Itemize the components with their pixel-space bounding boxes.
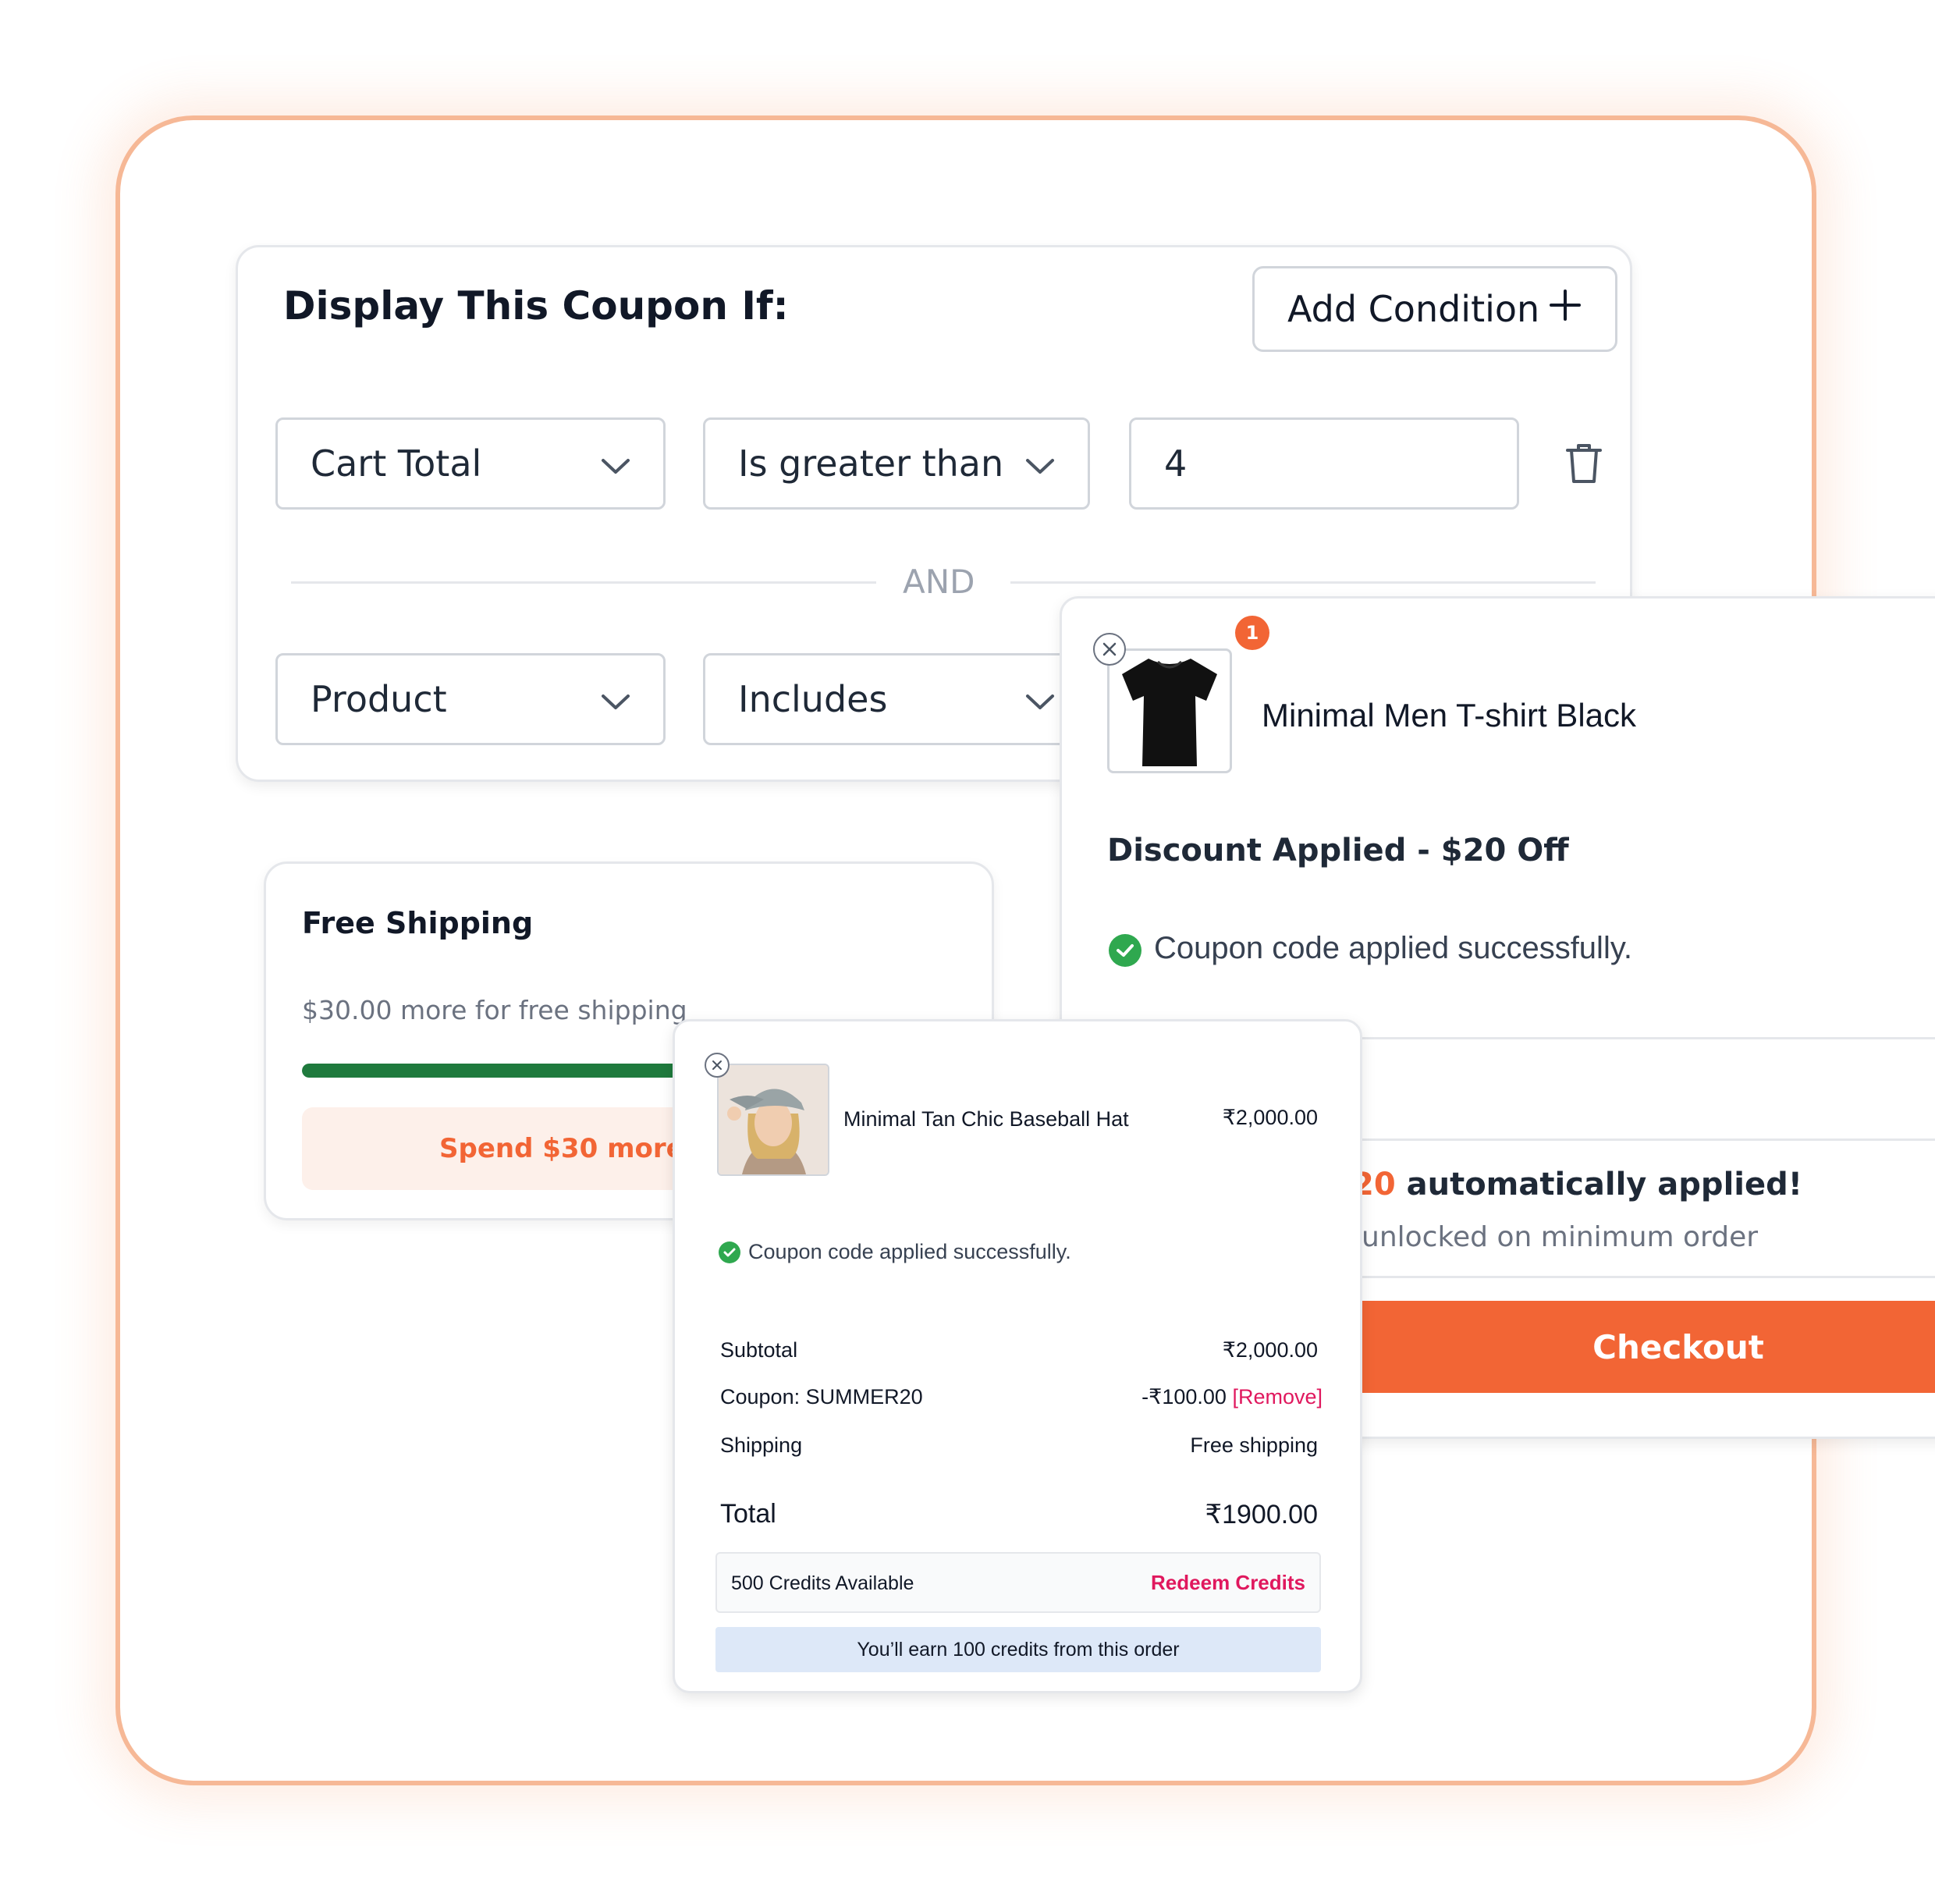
divider-left [291, 581, 876, 584]
discount-success-message: Coupon code applied successfully. [1154, 931, 1632, 965]
value-input-text: 4 [1164, 442, 1188, 485]
cart-product-price: ₹2,000.00 [1222, 1106, 1318, 1129]
checkout-button[interactable]: Checkout [1358, 1301, 1935, 1393]
subtotal-value: ₹2,000.00 [1222, 1338, 1318, 1362]
tshirt-image [1122, 659, 1217, 766]
shipping-value: Free shipping [1190, 1433, 1318, 1457]
total-label: Total [720, 1499, 776, 1529]
check-circle-icon [719, 1242, 740, 1263]
tshirt-thumbnail [1107, 648, 1232, 773]
operator-select-value: Is greater than [738, 442, 1004, 485]
free-shipping-title: Free Shipping [302, 906, 534, 940]
redeem-credits-button[interactable]: Redeem Credits [1151, 1571, 1305, 1595]
operator-select-value: Includes [738, 678, 888, 720]
hat-thumbnail [717, 1064, 829, 1176]
chevron-down-icon [1025, 442, 1055, 485]
remove-product-button[interactable] [1093, 633, 1126, 666]
hat-model-image [719, 1065, 828, 1174]
conditions-title: Display This Coupon If: [283, 283, 789, 329]
coupon-amount-row: -₹100.00 [Remove] [1141, 1385, 1323, 1409]
condition-field-select-2[interactable]: Product [275, 653, 666, 745]
free-shipping-subtitle: $30.00 more for free shipping [302, 995, 687, 1025]
divider-right [1010, 581, 1596, 584]
add-condition-button[interactable]: Add Condition [1252, 266, 1617, 352]
remove-coupon-link[interactable]: [Remove] [1232, 1385, 1323, 1408]
credits-box: 500 Credits Available Redeem Credits [715, 1552, 1321, 1613]
condition-operator-select-2[interactable]: Includes [703, 653, 1090, 745]
product-name: Minimal Men T-shirt Black [1262, 697, 1637, 734]
total-value: ₹1900.00 [1205, 1500, 1318, 1529]
coupon-value: -₹100.00 [1141, 1385, 1227, 1408]
chevron-down-icon [1025, 678, 1055, 720]
cart-popup: Minimal Tan Chic Baseball Hat ₹2,000.00 … [673, 1019, 1362, 1693]
condition-field-select-1[interactable]: Cart Total [275, 417, 666, 510]
subtotal-label: Subtotal [720, 1338, 798, 1362]
cart-success-message: Coupon code applied successfully. [748, 1240, 1071, 1263]
field-select-value: Product [311, 678, 447, 720]
coupon-label: Coupon: SUMMER20 [720, 1385, 923, 1408]
discount-title: Discount Applied - $20 Off [1107, 833, 1569, 869]
quantity-badge: 1 [1235, 616, 1269, 650]
condition-value-input-1[interactable]: 4 [1129, 417, 1519, 510]
auto-applied-heading: 20 automatically applied! [1352, 1167, 1802, 1202]
and-connector: AND [903, 563, 975, 601]
earn-credits-text: You’ll earn 100 credits from this order [857, 1638, 1180, 1661]
plus-icon [1548, 288, 1582, 331]
field-select-value: Cart Total [311, 442, 482, 485]
shipping-label: Shipping [720, 1433, 803, 1457]
close-icon [1102, 642, 1117, 656]
auto-applied-text: automatically applied! [1406, 1167, 1802, 1202]
unlock-text: unlocked on minimum order [1362, 1221, 1759, 1253]
earn-credits-banner: You’ll earn 100 credits from this order [715, 1627, 1321, 1672]
check-circle-icon [1109, 934, 1141, 967]
add-condition-label: Add Condition [1287, 288, 1540, 330]
credits-available: 500 Credits Available [731, 1572, 914, 1594]
chevron-down-icon [601, 678, 630, 720]
cart-product-name: Minimal Tan Chic Baseball Hat [843, 1107, 1129, 1131]
remove-hat-button[interactable] [705, 1053, 730, 1078]
trash-icon[interactable] [1564, 441, 1603, 489]
close-icon [712, 1060, 722, 1070]
free-shipping-progress-fill [302, 1064, 683, 1078]
chevron-down-icon [601, 442, 630, 485]
condition-operator-select-1[interactable]: Is greater than [703, 417, 1090, 510]
